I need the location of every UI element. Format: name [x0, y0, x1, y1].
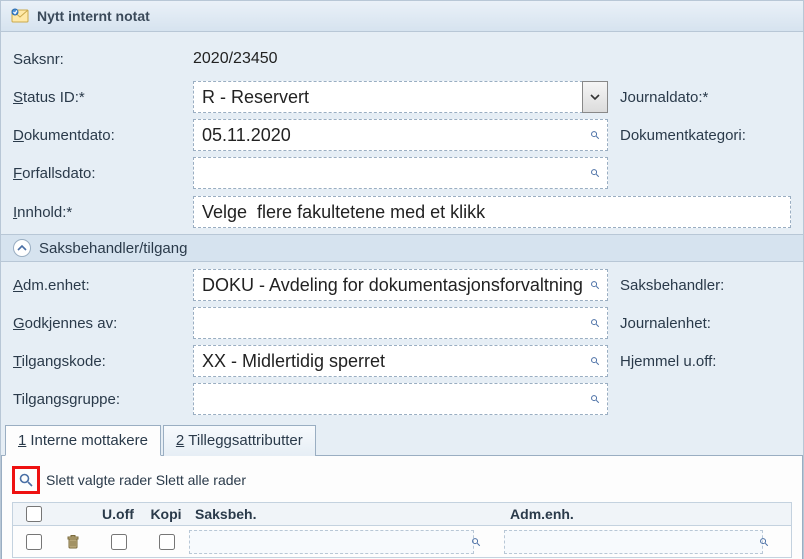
tabs: 1Interne mottakere 2Tilleggsattributter — [1, 424, 803, 456]
col-uoff-header: U.off — [93, 506, 143, 522]
tilgangsgruppe-lookup-button[interactable] — [584, 388, 606, 410]
forfall-lookup-button[interactable] — [584, 162, 606, 184]
uoff-checkbox[interactable] — [111, 534, 127, 550]
search-icon — [590, 391, 600, 407]
collapse-button[interactable] — [13, 239, 31, 257]
godkjennes-input[interactable] — [193, 307, 608, 339]
grid-header: U.off Kopi Saksbeh. Adm.enh. — [12, 502, 792, 526]
innhold-input[interactable] — [193, 196, 791, 228]
search-icon — [18, 472, 34, 488]
window: Nytt internt notat Saksnr: 2020/23450 St… — [0, 0, 804, 559]
innhold-label: Innhold:* — [13, 196, 193, 225]
tilgangsgruppe-label: Tilgangsgruppe: — [13, 387, 193, 412]
forfall-input[interactable] — [193, 157, 608, 189]
tab-interne-mottakere[interactable]: 1Interne mottakere — [5, 425, 161, 456]
hjemmel-label: Hjemmel u.off: — [608, 353, 716, 370]
header-checkbox[interactable] — [26, 506, 42, 522]
chevron-up-icon — [17, 243, 27, 253]
row-tilgangsgruppe: Tilgangsgruppe: — [13, 380, 791, 418]
saksbeh-cell-lookup[interactable] — [465, 531, 487, 553]
form-area: Saksnr: 2020/23450 Status ID:* Journalda… — [1, 32, 803, 559]
admenhet-lookup-button[interactable] — [584, 274, 606, 296]
admenh-cell-lookup[interactable] — [753, 531, 775, 553]
status-select[interactable] — [193, 81, 608, 113]
section-title: Saksbehandler/tilgang — [39, 240, 187, 257]
tilgangskode-input[interactable] — [193, 345, 608, 377]
col-kopi-header: Kopi — [143, 506, 189, 522]
forfall-label: Forfallsdato: — [13, 161, 193, 186]
dokdato-label: Dokumentdato: — [13, 123, 193, 148]
row-saksnr: Saksnr: 2020/23450 — [13, 40, 791, 78]
col-saksbeh-header: Saksbeh. — [189, 506, 504, 522]
trash-icon — [65, 534, 81, 550]
title-bar: Nytt internt notat — [1, 1, 803, 32]
delete-row-button[interactable] — [65, 534, 81, 550]
row-forfall: Forfallsdato: — [13, 154, 791, 192]
admenhet-label: Adm.enhet: — [13, 273, 193, 298]
godkjennes-label: Godkjennes av: — [13, 311, 193, 336]
search-icon — [471, 535, 481, 549]
tilgangskode-label: Tilgangskode: — [13, 349, 193, 374]
row-innhold: Innhold:* — [13, 192, 791, 230]
grid-row — [12, 526, 792, 558]
dokdato-lookup-button[interactable] — [584, 124, 606, 146]
grid-lookup-button[interactable] — [17, 471, 35, 489]
row-status: Status ID:* Journaldato:* — [13, 78, 791, 116]
admenhet-input[interactable] — [193, 269, 608, 301]
dokdato-input[interactable] — [193, 119, 608, 151]
section-saksbehandler: Saksbehandler/tilgang — [1, 234, 803, 262]
journalenhet-label: Journalenhet: — [608, 315, 711, 332]
saksnr-value: 2020/23450 — [193, 46, 278, 72]
search-icon — [590, 353, 600, 369]
saksnr-label: Saksnr: — [13, 47, 193, 72]
saksbeh-cell-input[interactable] — [189, 530, 474, 554]
tilgangsgruppe-input[interactable] — [193, 383, 608, 415]
row-admenhet: Adm.enhet: Saksbehandler: — [13, 266, 791, 304]
tab-tilleggsattributter[interactable]: 2Tilleggsattributter — [163, 425, 316, 456]
status-label: Status ID:* — [13, 85, 193, 110]
row-dokdato: Dokumentdato: Dokumentkategori: — [13, 116, 791, 154]
search-icon — [590, 315, 600, 331]
tab-body: Slett valgte rader Slett alle rader U.of… — [1, 456, 803, 559]
tilgangskode-lookup-button[interactable] — [584, 350, 606, 372]
journaldato-label: Journaldato:* — [608, 89, 708, 106]
saksbehandler-side-label: Saksbehandler: — [608, 277, 724, 294]
search-icon — [759, 535, 769, 549]
note-icon — [11, 7, 29, 25]
col-admenh-header: Adm.enh. — [504, 506, 791, 522]
search-icon — [590, 165, 600, 181]
window-title: Nytt internt notat — [37, 8, 150, 24]
row-tilgangskode: Tilgangskode: Hjemmel u.off: — [13, 342, 791, 380]
highlighted-lookup — [12, 466, 40, 494]
admenh-cell-input[interactable] — [504, 530, 763, 554]
dokkategori-label: Dokumentkategori: — [608, 127, 746, 144]
kopi-checkbox[interactable] — [159, 534, 175, 550]
search-icon — [590, 127, 600, 143]
row-checkbox[interactable] — [26, 534, 42, 550]
grid-toolbar: Slett valgte rader Slett alle rader — [12, 466, 792, 494]
search-icon — [590, 277, 600, 293]
grid-toolbar-text[interactable]: Slett valgte rader Slett alle rader — [46, 472, 246, 488]
row-godkjennes: Godkjennes av: Journalenhet: — [13, 304, 791, 342]
godkjennes-lookup-button[interactable] — [584, 312, 606, 334]
